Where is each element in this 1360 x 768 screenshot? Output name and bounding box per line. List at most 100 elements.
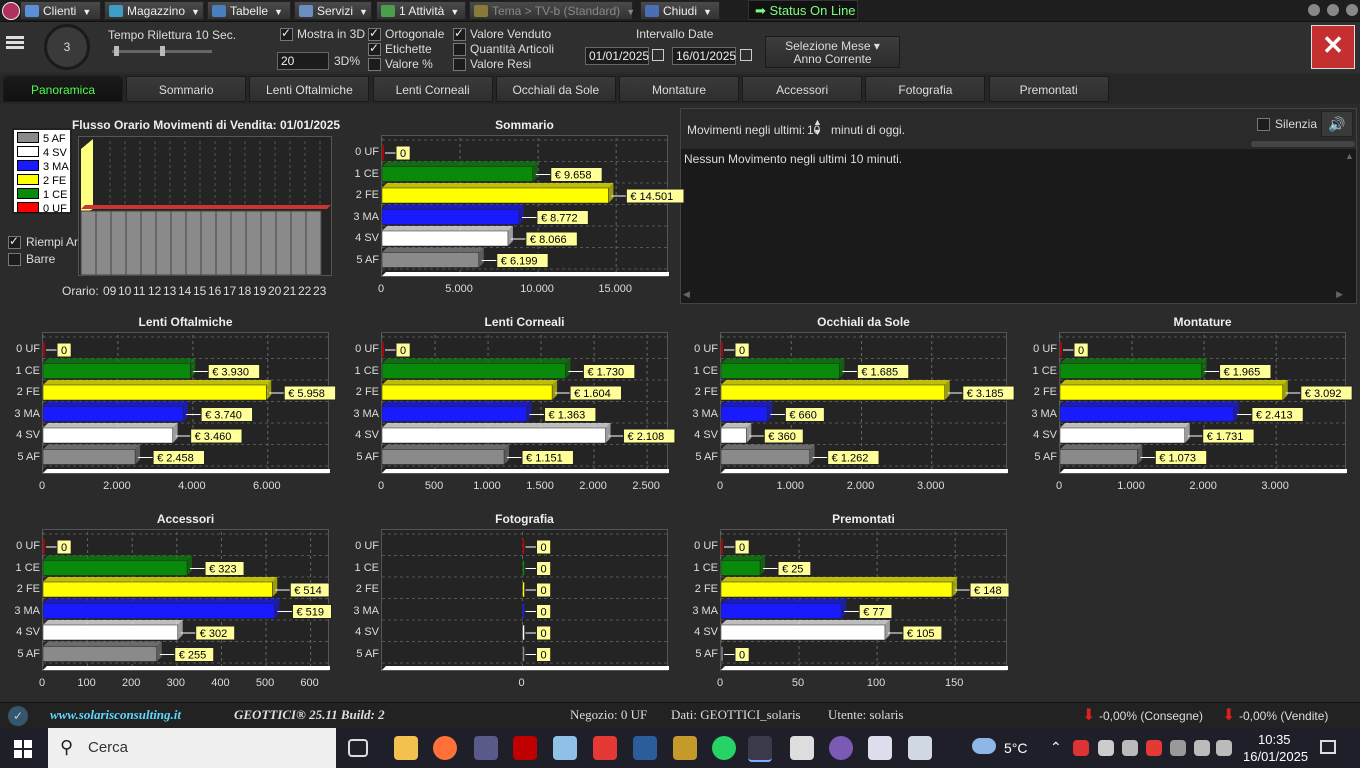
tab-accessori[interactable]: Accessori xyxy=(742,76,863,102)
bars-checkbox[interactable] xyxy=(8,253,21,266)
task-view-icon[interactable] xyxy=(348,739,368,757)
bar-0-uf xyxy=(42,341,46,358)
show-3d-label: Mostra in 3D xyxy=(297,27,366,41)
hamburger-menu-icon[interactable] xyxy=(6,34,24,52)
app-logo-icon[interactable] xyxy=(2,2,20,20)
percent-checkbox[interactable] xyxy=(368,58,381,71)
geottici-app-icon[interactable] xyxy=(748,736,772,762)
mute-checkbox[interactable] xyxy=(1257,118,1270,131)
value-label: 0 xyxy=(739,345,745,357)
value-label: 0 xyxy=(61,542,67,554)
document-icon[interactable] xyxy=(908,736,932,760)
calendar-icon[interactable] xyxy=(740,49,752,61)
notifications-icon[interactable] xyxy=(1320,740,1336,754)
returns-checkbox[interactable] xyxy=(453,58,466,71)
tab-premontati[interactable]: Premontati xyxy=(988,76,1109,102)
tab-sommario[interactable]: Sommario xyxy=(126,76,247,102)
visual-studio-icon[interactable] xyxy=(829,736,853,760)
slider-handle-right[interactable] xyxy=(160,46,165,56)
hour-tick-label: 23 xyxy=(313,284,327,298)
app-icon[interactable] xyxy=(868,736,892,760)
x-tick-label: 600 xyxy=(300,677,319,689)
restore-icon[interactable] xyxy=(1327,4,1339,16)
date-from-input[interactable]: 01/01/2025 xyxy=(585,47,649,65)
month-select-line2: Anno Corrente xyxy=(793,52,872,66)
date-to-input[interactable]: 16/01/2025 xyxy=(672,47,736,65)
labels-checkbox[interactable] xyxy=(368,41,381,56)
menu-magazzino[interactable]: Magazzino ▼ xyxy=(104,1,204,20)
category-label: 5 AF xyxy=(356,647,379,660)
tray-app-icon[interactable] xyxy=(1073,740,1089,756)
orthogonal-checkbox[interactable] xyxy=(368,26,381,41)
tab-occhiali-da-sole[interactable]: Occhiali da Sole xyxy=(495,76,616,102)
value-label: € 5.958 xyxy=(288,388,325,400)
bar-0-uf xyxy=(720,538,724,555)
filezilla-icon[interactable] xyxy=(513,736,537,760)
people-icon[interactable] xyxy=(673,736,697,760)
minimize-icon[interactable] xyxy=(1308,4,1320,16)
sold-value-checkbox[interactable] xyxy=(453,26,466,41)
legend-label: 3 MA xyxy=(43,161,69,173)
taskbar-search-box[interactable]: ⚲ Cerca xyxy=(48,728,336,768)
bar-4-sv xyxy=(42,427,173,444)
tab-fotografia[interactable]: Fotografia xyxy=(865,76,986,102)
month-select-button[interactable]: Selezione Mese ▾ Anno Corrente xyxy=(765,36,900,68)
menu-tema-tv-b-standard-[interactable]: Tema > TV-b (Standard) ▼ xyxy=(469,1,635,20)
speaker-button[interactable]: 🔊 xyxy=(1321,111,1353,137)
calendar-icon[interactable] xyxy=(652,49,664,61)
legend-item: 3 MA xyxy=(17,159,69,173)
website-link[interactable]: www.solarisconsulting.it xyxy=(50,707,181,723)
anydesk-icon[interactable] xyxy=(593,736,617,760)
menu-servizi[interactable]: Servizi ▼ xyxy=(294,1,372,20)
bar-chart-svg: 0 € 1.685 € 3.185 € 660 € 360 € 1.262 xyxy=(720,335,1015,473)
category-label: 3 MA xyxy=(692,604,718,617)
tab-montature[interactable]: Montature xyxy=(619,76,739,102)
slider-handle-left[interactable] xyxy=(114,46,119,56)
tab-lenti-corneali[interactable]: Lenti Corneali xyxy=(372,76,493,102)
tray-chevron-up-icon[interactable]: ⌃ xyxy=(1050,739,1062,756)
scrollbar-vertical[interactable]: ▲ xyxy=(1345,151,1357,287)
bar-0-uf xyxy=(42,538,46,555)
x-tick-label: 200 xyxy=(122,677,141,689)
menu-tabelle[interactable]: Tabelle ▼ xyxy=(207,1,291,20)
tab-panoramica[interactable]: Panoramica xyxy=(3,76,123,102)
close-icon: ✕ xyxy=(1322,30,1344,60)
scrollbar-horizontal[interactable]: ◀ ▶ xyxy=(681,289,1345,303)
notes-icon[interactable] xyxy=(553,736,577,760)
bar-2-fe xyxy=(720,581,953,598)
windows-start-icon[interactable] xyxy=(14,740,32,758)
minutes-stepper-icon[interactable]: ▲ ▼ xyxy=(813,117,822,137)
tab-lenti-oftalmiche[interactable]: Lenti Oftalmiche xyxy=(249,76,370,102)
quantity-checkbox[interactable] xyxy=(453,43,466,56)
tray-anydesk-icon[interactable] xyxy=(1146,740,1162,756)
refresh-slider[interactable] xyxy=(112,46,212,56)
close-window-icon[interactable] xyxy=(1346,4,1358,16)
category-label: 1 CE xyxy=(354,561,379,574)
tray-security-icon[interactable] xyxy=(1170,740,1186,756)
close-app-button[interactable]: ✕ xyxy=(1311,25,1355,69)
category-label: 2 FE xyxy=(355,386,379,398)
network-tool-icon[interactable] xyxy=(633,736,657,760)
fill-area-checkbox[interactable] xyxy=(8,234,21,249)
menu-chiudi[interactable]: Chiudi ▼ xyxy=(640,1,720,20)
clock-time[interactable]: 10:35 xyxy=(1258,732,1291,747)
calculator-icon[interactable] xyxy=(474,736,498,760)
cards-game-icon[interactable] xyxy=(790,736,814,760)
depth-input[interactable]: 20 xyxy=(277,52,329,70)
file-explorer-icon[interactable] xyxy=(394,736,418,760)
tray-webcam-icon[interactable] xyxy=(1122,740,1138,756)
tray-network-icon[interactable] xyxy=(1098,740,1114,756)
menu-1-attivit-[interactable]: 1 Attività ▼ xyxy=(376,1,466,20)
tray-wifi-icon[interactable] xyxy=(1194,740,1210,756)
show-3d-checkbox[interactable] xyxy=(280,26,293,41)
bar-1-ce xyxy=(381,166,534,182)
firefox-icon[interactable] xyxy=(433,736,457,760)
menu-clienti[interactable]: Clienti ▼ xyxy=(20,1,101,20)
x-tick-label: 300 xyxy=(166,677,185,689)
whatsapp-icon[interactable] xyxy=(712,736,736,760)
bar-5-af xyxy=(381,449,505,465)
mute-label: Silenzia xyxy=(1275,117,1318,131)
clock-date[interactable]: 16/01/2025 xyxy=(1243,749,1308,764)
tray-volume-icon[interactable] xyxy=(1216,740,1232,756)
x-tick-label: 3.000 xyxy=(1261,480,1289,492)
